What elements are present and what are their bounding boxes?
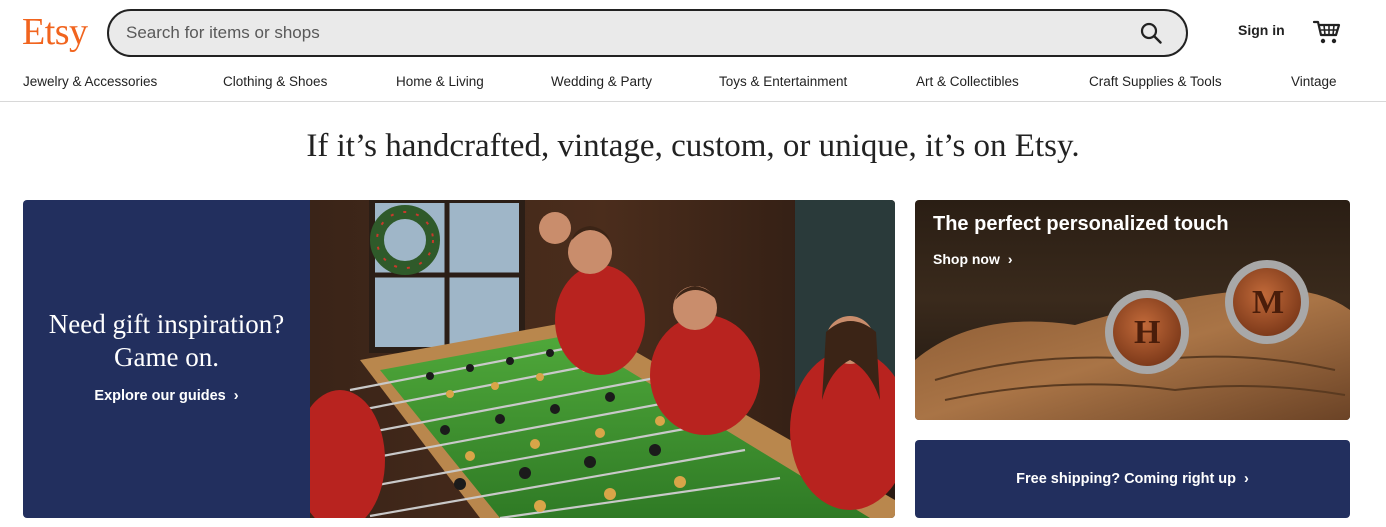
- site-header: Etsy Sign in: [0, 0, 1386, 66]
- category-craft-supplies-tools[interactable]: Craft Supplies & Tools: [1089, 74, 1222, 89]
- shop-now-link[interactable]: Shop now ›: [933, 251, 1013, 267]
- search-input[interactable]: [109, 11, 1128, 55]
- foosball-family-photo: [310, 200, 895, 518]
- search-bar: [107, 9, 1188, 57]
- explore-guides-link[interactable]: Explore our guides ›: [23, 388, 310, 404]
- category-home-living[interactable]: Home & Living: [396, 74, 484, 89]
- hero-text-panel: Need gift inspiration? Game on. Explore …: [23, 200, 310, 518]
- hero-heading-line-1: Need gift inspiration?: [48, 309, 285, 339]
- chevron-right-icon: ›: [1244, 471, 1249, 487]
- cufflink-letter-m: M: [1252, 284, 1285, 321]
- explore-guides-label: Explore our guides: [94, 388, 226, 404]
- sign-in-link[interactable]: Sign in: [1238, 22, 1285, 38]
- category-nav: Jewelry & Accessories Clothing & Shoes H…: [0, 66, 1386, 102]
- search-button[interactable]: [1128, 11, 1174, 55]
- page-tagline: If it’s handcrafted, vintage, custom, or…: [306, 128, 1080, 164]
- chevron-right-icon: ›: [233, 388, 239, 404]
- free-shipping-card[interactable]: Free shipping? Coming right up ›: [915, 440, 1350, 518]
- cufflink-letter-h: H: [1134, 314, 1161, 351]
- personalized-card[interactable]: H M The perfect personalized touch Shop …: [915, 200, 1350, 420]
- etsy-logo[interactable]: Etsy: [22, 8, 88, 56]
- hero-banner[interactable]: Need gift inspiration? Game on. Explore …: [23, 200, 895, 518]
- cart-icon: [1312, 20, 1341, 44]
- category-vintage[interactable]: Vintage: [1291, 74, 1337, 89]
- chevron-right-icon: ›: [1007, 251, 1013, 267]
- search-icon: [1140, 22, 1162, 44]
- category-clothing-shoes[interactable]: Clothing & Shoes: [223, 74, 327, 89]
- free-shipping-label: Free shipping? Coming right up: [1016, 471, 1237, 487]
- shop-now-label: Shop now: [933, 251, 1000, 267]
- category-toys-entertainment[interactable]: Toys & Entertainment: [719, 74, 847, 89]
- category-art-collectibles[interactable]: Art & Collectibles: [916, 74, 1019, 89]
- hero-heading-line-2: Game on.: [114, 342, 219, 372]
- cart-button[interactable]: [1312, 18, 1342, 46]
- free-shipping-link[interactable]: Free shipping? Coming right up ›: [915, 471, 1350, 487]
- category-jewelry-accessories[interactable]: Jewelry & Accessories: [23, 74, 157, 89]
- category-wedding-party[interactable]: Wedding & Party: [551, 74, 652, 89]
- hero-heading: Need gift inspiration? Game on.: [23, 308, 310, 374]
- personalized-card-title: The perfect personalized touch: [933, 213, 1229, 235]
